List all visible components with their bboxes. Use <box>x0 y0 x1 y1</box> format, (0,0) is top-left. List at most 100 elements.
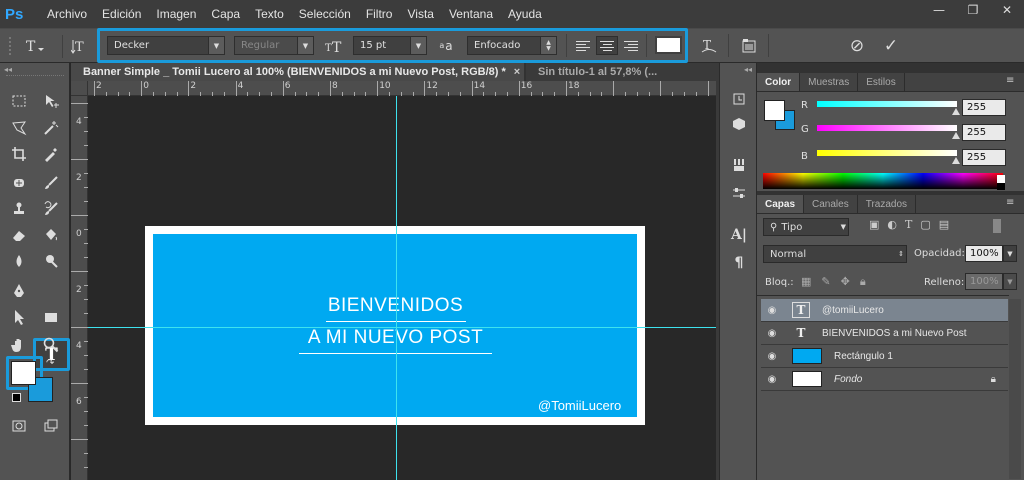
layer-name[interactable]: @tomiiLucero <box>822 305 884 316</box>
smart-filter-icon[interactable]: ▤ <box>939 218 949 231</box>
layer-filter-dropdown[interactable]: ⚲ Tipo ▼ <box>763 218 849 236</box>
menu-archivo[interactable]: Archivo <box>47 7 87 21</box>
brush-tool-icon[interactable] <box>40 173 62 193</box>
font-style-dropdown[interactable]: Regular ▼ <box>234 36 314 55</box>
eraser-tool-icon[interactable] <box>8 225 30 245</box>
blend-mode-dropdown[interactable]: Normal ⇕ <box>763 245 907 263</box>
b-slider-thumb[interactable] <box>952 157 960 164</box>
eye-icon[interactable]: ◉ <box>761 305 783 316</box>
panel-menu-icon[interactable]: ≡ <box>1006 197 1014 208</box>
paragraph-panel-icon[interactable]: ¶ <box>728 253 750 273</box>
move-tool-icon[interactable] <box>40 91 62 111</box>
rectangle-tool-icon[interactable] <box>40 307 62 327</box>
lock-transparency-icon[interactable]: ▦ <box>801 275 811 289</box>
type-tool-preset-icon[interactable]: T <box>22 35 46 57</box>
close-tab-icon[interactable]: × <box>514 66 520 78</box>
color-spectrum[interactable] <box>763 173 1003 189</box>
layers-scrollbar[interactable] <box>1009 299 1021 479</box>
lock-pixels-icon[interactable]: ✎ <box>821 275 830 289</box>
crop-tool-icon[interactable] <box>8 144 30 164</box>
r-slider[interactable] <box>817 101 957 107</box>
zoom-tool-icon[interactable] <box>40 335 62 355</box>
dodge-tool-icon[interactable] <box>40 251 62 271</box>
antialias-dropdown[interactable]: Enfocado ▲ ▼ <box>467 36 557 55</box>
font-family-dropdown[interactable]: Decker ▼ <box>107 36 225 55</box>
hand-tool-icon[interactable] <box>8 335 30 355</box>
lock-all-icon[interactable]: 🔒︎ <box>860 275 866 289</box>
menu-filtro[interactable]: Filtro <box>366 7 393 21</box>
menu-ayuda[interactable]: Ayuda <box>508 7 542 21</box>
character-panel-icon[interactable]: A| <box>728 225 750 245</box>
tab-sin-titulo[interactable]: Sin título-1 al 57,8% (... <box>526 63 718 81</box>
magic-wand-icon[interactable] <box>40 118 62 138</box>
layer-name[interactable]: BIENVENIDOS a mi Nuevo Post <box>822 328 967 339</box>
chevron-down-icon[interactable]: ▼ <box>1003 245 1017 262</box>
pixel-filter-icon[interactable]: ▣ <box>869 218 879 231</box>
toggle-orientation-icon[interactable]: T <box>70 35 92 57</box>
menu-edicion[interactable]: Edición <box>102 7 141 21</box>
b-slider[interactable] <box>817 150 957 156</box>
font-size-dropdown[interactable]: 15 pt ▼ <box>353 36 427 55</box>
minimize-button[interactable]: — <box>922 0 956 20</box>
paint-bucket-icon[interactable] <box>40 225 62 245</box>
adjustments-panel-icon[interactable] <box>728 183 750 203</box>
r-value[interactable]: 255 <box>962 99 1006 116</box>
opacity-input[interactable]: 100% <box>965 245 1003 262</box>
character-panel-icon[interactable] <box>738 35 760 57</box>
tab-color[interactable]: Color <box>757 73 801 91</box>
menu-texto[interactable]: Texto <box>255 7 284 21</box>
banner-handle[interactable]: @TomiiLucero <box>538 398 621 413</box>
tab-estilos[interactable]: Estilos <box>858 73 905 91</box>
align-left-button[interactable] <box>572 36 594 55</box>
menu-capa[interactable]: Capa <box>211 7 240 21</box>
3d-panel-icon[interactable] <box>728 114 750 134</box>
history-brush-icon[interactable] <box>40 199 62 219</box>
marquee-tool-icon[interactable] <box>8 91 30 111</box>
type-filter-icon[interactable]: T <box>905 218 912 231</box>
color-panel-foreground[interactable] <box>764 100 785 121</box>
swap-colors-icon[interactable]: ↷ <box>46 358 54 369</box>
clone-stamp-icon[interactable] <box>8 199 30 219</box>
foreground-color-swatch[interactable] <box>11 361 36 385</box>
path-selection-icon[interactable] <box>8 307 30 327</box>
blur-tool-icon[interactable] <box>8 251 30 271</box>
default-colors-icon[interactable] <box>12 393 21 402</box>
collapse-icon[interactable]: ◂◂ <box>4 65 12 74</box>
lasso-tool-icon[interactable] <box>8 118 30 138</box>
spectrum-white[interactable] <box>997 175 1005 183</box>
screen-mode-icon[interactable] <box>40 416 62 436</box>
r-slider-thumb[interactable] <box>952 108 960 115</box>
g-slider-thumb[interactable] <box>952 132 960 139</box>
g-value[interactable]: 255 <box>962 124 1006 141</box>
canvas-area[interactable]: BIENVENIDOS A MI NUEVO POST @TomiiLucero <box>88 96 718 480</box>
g-slider[interactable] <box>817 125 957 131</box>
menu-ventana[interactable]: Ventana <box>449 7 493 21</box>
text-color-swatch[interactable] <box>655 36 682 54</box>
quick-mask-icon[interactable] <box>8 416 30 436</box>
fill-input[interactable]: 100% <box>965 273 1003 290</box>
commit-icon[interactable]: ✓ <box>880 35 902 57</box>
align-center-button[interactable] <box>596 36 618 55</box>
filter-toggle[interactable] <box>993 219 1001 233</box>
tab-banner-simple[interactable]: Banner Simple _ Tomii Lucero al 100% (BI… <box>71 63 524 81</box>
chevron-down-icon[interactable]: ▼ <box>1003 273 1017 290</box>
b-value[interactable]: 255 <box>962 149 1006 166</box>
tab-muestras[interactable]: Muestras <box>800 73 859 91</box>
pen-tool-icon[interactable] <box>8 281 30 301</box>
lock-position-icon[interactable]: ✥ <box>841 275 850 289</box>
tab-canales[interactable]: Canales <box>804 195 858 213</box>
align-right-button[interactable] <box>620 36 642 55</box>
eyedropper-icon[interactable] <box>40 144 62 164</box>
brush-panel-icon[interactable] <box>728 155 750 175</box>
adjustment-filter-icon[interactable]: ◐ <box>887 218 897 231</box>
tab-capas[interactable]: Capas <box>757 195 805 213</box>
layer-row-rectangulo[interactable]: ◉ Rectángulo 1 <box>761 345 1008 368</box>
tab-trazados[interactable]: Trazados <box>858 195 917 213</box>
ruler-origin[interactable] <box>71 81 88 96</box>
panel-menu-icon[interactable]: ≡ <box>1006 75 1014 86</box>
eye-icon[interactable]: ◉ <box>761 328 783 339</box>
eye-icon[interactable]: ◉ <box>761 351 783 362</box>
menu-seleccion[interactable]: Selección <box>299 7 351 21</box>
guide-vertical[interactable] <box>396 96 397 480</box>
layer-row-fondo[interactable]: ◉ Fondo 🔒︎ <box>761 368 1008 391</box>
